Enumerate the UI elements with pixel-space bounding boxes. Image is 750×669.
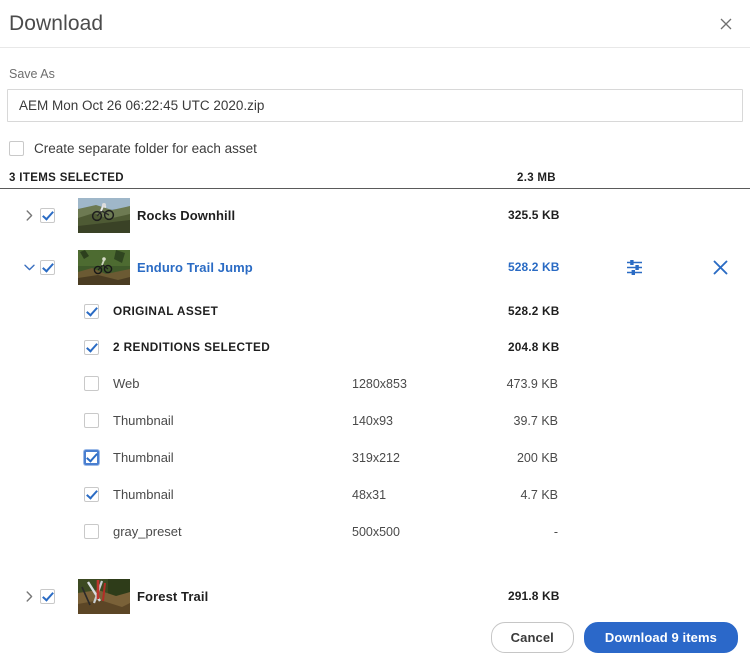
create-separate-folder-row[interactable]: Create separate folder for each asset — [0, 141, 750, 156]
asset-checkbox[interactable] — [40, 208, 55, 223]
renditions-size: 204.8 KB — [508, 340, 559, 354]
close-icon[interactable] — [716, 14, 736, 34]
table-row[interactable]: Rocks Downhill 325.5 KB — [0, 189, 750, 241]
asset-size: 325.5 KB — [508, 208, 560, 222]
create-separate-folder-checkbox[interactable] — [9, 141, 24, 156]
asset-thumbnail — [78, 250, 130, 285]
rendition-size: 473.9 KB — [448, 377, 558, 391]
save-as-input[interactable] — [7, 89, 743, 122]
rendition-dimensions: 319x212 — [352, 451, 400, 465]
asset-thumbnail — [78, 198, 130, 233]
page-title: Download — [0, 12, 103, 36]
rendition-name: Web — [113, 376, 140, 391]
selection-summary-bar: 3 ITEMS SELECTED 2.3 MB — [0, 172, 750, 189]
list-item[interactable]: Thumbnail 48x31 4.7 KB — [0, 476, 750, 513]
rendition-name: gray_preset — [113, 524, 182, 539]
list-item[interactable]: Thumbnail 140x93 39.7 KB — [0, 402, 750, 439]
rendition-name: Thumbnail — [113, 450, 174, 465]
rendition-size: 200 KB — [448, 451, 558, 465]
rendition-checkbox[interactable] — [84, 524, 99, 539]
original-asset-size: 528.2 KB — [508, 304, 559, 318]
rendition-checkbox[interactable] — [84, 376, 99, 391]
sliders-icon[interactable] — [622, 255, 646, 279]
dialog-header: Download — [0, 0, 750, 48]
chevron-down-icon[interactable] — [23, 261, 35, 273]
chevron-right-icon[interactable] — [23, 209, 35, 221]
rendition-dimensions: 140x93 — [352, 414, 393, 428]
save-as-label: Save As — [7, 67, 743, 81]
remove-asset-icon[interactable] — [709, 256, 731, 278]
rendition-name: Thumbnail — [113, 487, 174, 502]
list-item[interactable]: Thumbnail 319x212 200 KB — [0, 439, 750, 476]
cancel-button[interactable]: Cancel — [491, 622, 574, 653]
table-row[interactable]: Forest Trail 291.8 KB — [0, 570, 750, 622]
renditions-header-row[interactable]: 2 RENDITIONS SELECTED 204.8 KB — [0, 329, 750, 365]
rendition-name: Thumbnail — [113, 413, 174, 428]
list-item[interactable]: Web 1280x853 473.9 KB — [0, 365, 750, 402]
create-separate-folder-label: Create separate folder for each asset — [34, 141, 257, 156]
original-asset-label: ORIGINAL ASSET — [113, 304, 218, 318]
dialog-footer: Cancel Download 9 items — [491, 622, 738, 653]
original-asset-row[interactable]: ORIGINAL ASSET 528.2 KB — [0, 293, 750, 329]
save-as-section: Save As — [0, 67, 750, 122]
rendition-dimensions: 500x500 — [352, 525, 400, 539]
download-button[interactable]: Download 9 items — [584, 622, 738, 653]
rendition-size: 39.7 KB — [448, 414, 558, 428]
rendition-dimensions: 48x31 — [352, 488, 386, 502]
rendition-checkbox[interactable] — [84, 413, 99, 428]
original-asset-checkbox[interactable] — [84, 304, 99, 319]
renditions-label: 2 RENDITIONS SELECTED — [113, 340, 270, 354]
rendition-size: 4.7 KB — [448, 488, 558, 502]
table-row[interactable]: Enduro Trail Jump 528.2 KB — [0, 241, 750, 293]
rendition-size: - — [448, 525, 558, 539]
asset-size: 528.2 KB — [508, 260, 560, 274]
asset-checkbox[interactable] — [40, 260, 55, 275]
asset-size: 291.8 KB — [508, 589, 560, 603]
rendition-checkbox[interactable] — [84, 487, 99, 502]
total-size-label: 2.3 MB — [517, 172, 556, 184]
asset-name: Rocks Downhill — [137, 208, 235, 223]
rendition-checkbox[interactable] — [84, 450, 99, 465]
list-item[interactable]: gray_preset 500x500 - — [0, 513, 750, 550]
chevron-right-icon[interactable] — [23, 590, 35, 602]
asset-list: Rocks Downhill 325.5 KB — [0, 189, 750, 622]
asset-name: Forest Trail — [137, 589, 208, 604]
rendition-dimensions: 1280x853 — [352, 377, 407, 391]
renditions-checkbox[interactable] — [84, 340, 99, 355]
items-selected-label: 3 ITEMS SELECTED — [9, 172, 124, 184]
asset-checkbox[interactable] — [40, 589, 55, 604]
asset-thumbnail — [78, 579, 130, 614]
asset-name-link[interactable]: Enduro Trail Jump — [137, 260, 253, 275]
